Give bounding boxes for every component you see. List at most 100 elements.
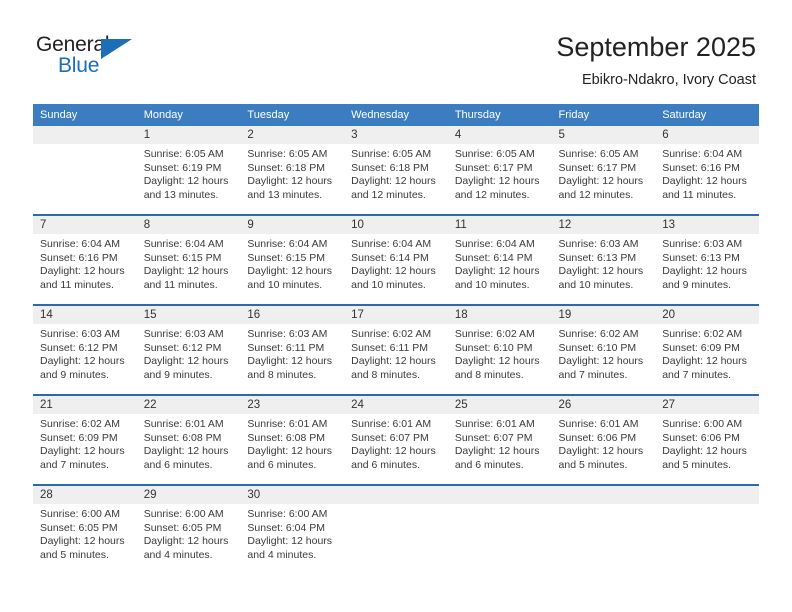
day-details: Sunrise: 6:00 AM Sunset: 6:04 PM Daylight:… (240, 504, 344, 562)
day-cell[interactable]: 21 Sunrise: 6:02 AM Sunset: 6:09 PM Dayligh… (33, 394, 137, 485)
location-subtitle: Ebikro-Ndakro, Ivory Coast (581, 72, 756, 88)
day-details: Sunrise: 6:01 AM Sunset: 6:08 PM Daylight:… (240, 414, 344, 472)
day-number: 25 (447, 396, 552, 414)
sunset-text: Sunset: 6:06 PM (662, 431, 740, 444)
sunset-text: Sunset: 6:05 PM (143, 521, 222, 534)
daylight-text-line1: Daylight: 12 hours (351, 265, 436, 278)
day-number: 20 (655, 306, 759, 324)
day-number: 4 (447, 126, 552, 144)
day-cell[interactable]: 30 Sunrise: 6:00 AM Sunset: 6:04 PM Dayligh… (240, 484, 345, 574)
day-cell[interactable]: 2 Sunrise: 6:05 AM Sunset: 6:18 PM Daylight… (240, 126, 345, 215)
sunset-text: Sunset: 6:10 PM (558, 341, 637, 354)
day-details: Sunrise: 6:04 AM Sunset: 6:15 PM Daylight:… (137, 234, 241, 292)
day-cell[interactable]: 16 Sunrise: 6:03 AM Sunset: 6:11 PM Dayligh… (240, 304, 345, 395)
daylight-text-line2: and 8 minutes. (247, 368, 317, 381)
day-details: Sunrise: 6:04 AM Sunset: 6:16 PM Daylight:… (655, 144, 759, 202)
sunrise-text: Sunrise: 6:01 AM (143, 418, 224, 430)
day-cell[interactable]: 9 Sunrise: 6:04 AM Sunset: 6:15 PM Daylight… (240, 214, 345, 305)
sunset-text: Sunset: 6:07 PM (351, 431, 429, 444)
sunrise-text: Sunrise: 6:02 AM (40, 418, 120, 430)
day-cell[interactable]: 4 Sunrise: 6:05 AM Sunset: 6:17 PM Daylight… (447, 126, 552, 215)
day-details: Sunrise: 6:00 AM Sunset: 6:05 PM Daylight:… (33, 504, 137, 562)
day-cell[interactable]: 27 Sunrise: 6:00 AM Sunset: 6:06 PM Dayligh… (655, 394, 759, 485)
daylight-text-line2: and 10 minutes. (247, 278, 323, 291)
day-cell[interactable] (344, 484, 448, 574)
day-cell[interactable]: 14 Sunrise: 6:03 AM Sunset: 6:12 PM Dayligh… (33, 304, 137, 395)
day-cell[interactable]: 7 Sunrise: 6:04 AM Sunset: 6:16 PM Daylight… (33, 214, 137, 305)
day-number: 11 (447, 216, 552, 234)
day-number: 12 (551, 216, 656, 234)
daylight-text-line1: Daylight: 12 hours (247, 175, 333, 188)
day-number: 24 (344, 396, 448, 414)
day-cell[interactable] (447, 484, 552, 574)
day-cell[interactable]: 22 Sunrise: 6:01 AM Sunset: 6:08 PM Dayligh… (136, 394, 241, 485)
day-number (551, 486, 656, 504)
weekday-header-row: Sunday Monday Tuesday Wednesday Thursday… (33, 104, 759, 126)
day-number: 3 (344, 126, 448, 144)
sunrise-text: Sunrise: 6:04 AM (40, 238, 120, 250)
calendar-week-row: 21 Sunrise: 6:02 AM Sunset: 6:09 PM Dayligh… (33, 394, 759, 485)
day-cell[interactable]: 12 Sunrise: 6:03 AM Sunset: 6:13 PM Dayligh… (551, 214, 656, 305)
daylight-text-line1: Daylight: 12 hours (558, 265, 644, 278)
daylight-text-line2: and 5 minutes. (40, 548, 109, 561)
day-cell[interactable]: 1 Sunrise: 6:05 AM Sunset: 6:19 PM Daylight… (136, 126, 241, 215)
daylight-text-line1: Daylight: 12 hours (558, 445, 644, 458)
daylight-text-line2: and 7 minutes. (558, 368, 628, 381)
calendar-week-row: 28 Sunrise: 6:00 AM Sunset: 6:05 PM Dayligh… (33, 484, 759, 574)
day-cell[interactable]: 6 Sunrise: 6:04 AM Sunset: 6:16 PM Daylight… (655, 126, 759, 215)
day-number: 14 (33, 306, 137, 324)
day-details: Sunrise: 6:02 AM Sunset: 6:09 PM Daylight:… (33, 414, 137, 472)
day-cell[interactable]: 3 Sunrise: 6:05 AM Sunset: 6:18 PM Daylight… (344, 126, 448, 215)
sunrise-text: Sunrise: 6:05 AM (558, 148, 639, 160)
day-details: Sunrise: 6:05 AM Sunset: 6:18 PM Daylight:… (344, 144, 448, 202)
day-cell[interactable]: 5 Sunrise: 6:05 AM Sunset: 6:17 PM Daylight… (551, 126, 656, 215)
day-details: Sunrise: 6:03 AM Sunset: 6:11 PM Daylight:… (240, 324, 344, 382)
day-cell[interactable]: 15 Sunrise: 6:03 AM Sunset: 6:12 PM Dayligh… (136, 304, 241, 395)
day-cell[interactable]: 13 Sunrise: 6:03 AM Sunset: 6:13 PM Dayligh… (655, 214, 759, 305)
sunrise-text: Sunrise: 6:00 AM (662, 418, 743, 430)
day-number: 23 (240, 396, 345, 414)
day-number: 6 (655, 126, 759, 144)
daylight-text-line2: and 8 minutes. (454, 368, 524, 381)
weekday-header-thursday: Thursday (447, 104, 552, 126)
sunset-text: Sunset: 6:18 PM (247, 161, 326, 174)
daylight-text-line2: and 7 minutes. (40, 458, 109, 471)
general-blue-logo[interactable]: General Blue (36, 33, 166, 81)
day-number: 27 (655, 396, 759, 414)
day-cell[interactable]: 8 Sunrise: 6:04 AM Sunset: 6:15 PM Daylight… (136, 214, 241, 305)
sunset-text: Sunset: 6:08 PM (247, 431, 326, 444)
day-details: Sunrise: 6:03 AM Sunset: 6:12 PM Daylight:… (33, 324, 137, 382)
day-cell[interactable]: 28 Sunrise: 6:00 AM Sunset: 6:05 PM Dayligh… (33, 484, 137, 574)
day-number: 30 (240, 486, 345, 504)
day-cell[interactable]: 19 Sunrise: 6:02 AM Sunset: 6:10 PM Dayligh… (551, 304, 656, 395)
day-cell[interactable]: 11 Sunrise: 6:04 AM Sunset: 6:14 PM Dayligh… (447, 214, 552, 305)
daylight-text-line1: Daylight: 12 hours (247, 445, 333, 458)
day-number: 29 (136, 486, 241, 504)
day-cell[interactable]: 25 Sunrise: 6:01 AM Sunset: 6:07 PM Dayligh… (447, 394, 552, 485)
day-cell[interactable]: 26 Sunrise: 6:01 AM Sunset: 6:06 PM Dayligh… (551, 394, 656, 485)
daylight-text-line1: Daylight: 12 hours (40, 265, 125, 278)
day-details: Sunrise: 6:04 AM Sunset: 6:15 PM Daylight:… (240, 234, 344, 292)
day-cell[interactable]: 20 Sunrise: 6:02 AM Sunset: 6:09 PM Dayligh… (655, 304, 759, 395)
day-cell[interactable] (33, 126, 137, 215)
daylight-text-line2: and 5 minutes. (558, 458, 628, 471)
day-cell[interactable]: 10 Sunrise: 6:04 AM Sunset: 6:14 PM Dayligh… (344, 214, 448, 305)
daylight-text-line1: Daylight: 12 hours (40, 535, 125, 548)
day-number (344, 486, 448, 504)
sunset-text: Sunset: 6:16 PM (40, 251, 118, 264)
daylight-text-line1: Daylight: 12 hours (454, 265, 540, 278)
daylight-text-line2: and 13 minutes. (247, 188, 323, 201)
day-number: 7 (33, 216, 137, 234)
day-cell[interactable] (655, 484, 759, 574)
daylight-text-line1: Daylight: 12 hours (143, 265, 229, 278)
day-cell[interactable]: 18 Sunrise: 6:02 AM Sunset: 6:10 PM Dayligh… (447, 304, 552, 395)
weekday-header-wednesday: Wednesday (344, 104, 448, 126)
sunset-text: Sunset: 6:13 PM (558, 251, 637, 264)
sunset-text: Sunset: 6:10 PM (454, 341, 533, 354)
day-cell[interactable]: 24 Sunrise: 6:01 AM Sunset: 6:07 PM Dayligh… (344, 394, 448, 485)
day-cell[interactable]: 23 Sunrise: 6:01 AM Sunset: 6:08 PM Dayligh… (240, 394, 345, 485)
day-cell[interactable] (551, 484, 656, 574)
day-cell[interactable]: 17 Sunrise: 6:02 AM Sunset: 6:11 PM Dayligh… (344, 304, 448, 395)
day-cell[interactable]: 29 Sunrise: 6:00 AM Sunset: 6:05 PM Dayligh… (136, 484, 241, 574)
day-details: Sunrise: 6:01 AM Sunset: 6:07 PM Daylight:… (344, 414, 448, 472)
